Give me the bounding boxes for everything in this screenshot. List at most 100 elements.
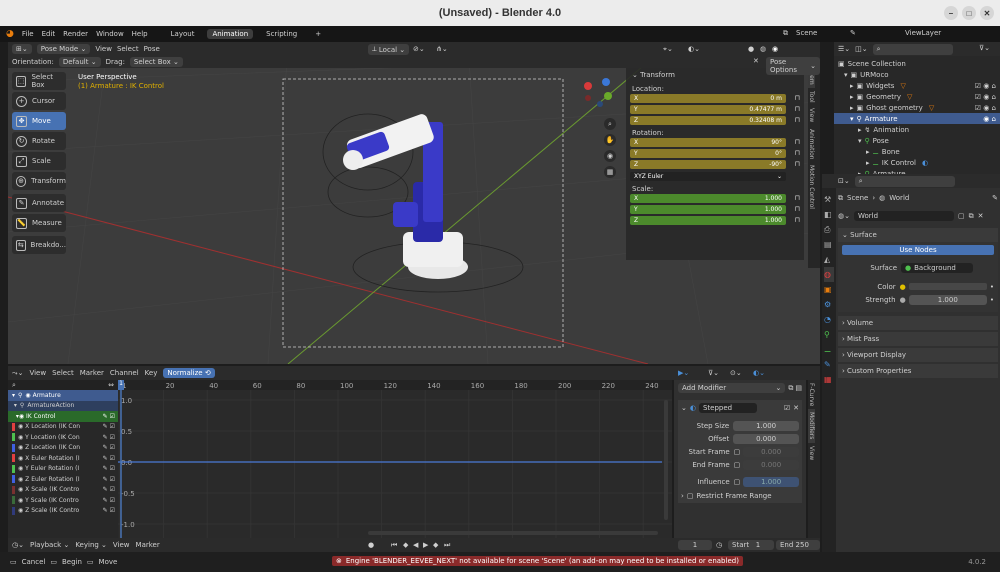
lock-icon[interactable]: ⊓ (786, 94, 800, 102)
editor-type-button[interactable]: ⊡⌄ (838, 177, 850, 185)
next-keyframe-icon[interactable]: ◆ (433, 541, 438, 549)
outliner-search-input[interactable]: ⌕ (872, 43, 953, 55)
custom-properties-panel-header[interactable]: › Custom Properties (838, 364, 998, 378)
play-reverse-icon[interactable]: ◀ (413, 541, 418, 549)
menu-view[interactable]: View (29, 369, 46, 377)
tab-f-curve[interactable]: F-Curve (808, 380, 815, 409)
lock-icon[interactable]: ⊓ (786, 216, 800, 224)
copy-modifiers-icon[interactable]: ⧉ (788, 384, 793, 393)
menu-playback[interactable]: Playback ⌄ (30, 541, 69, 549)
visibility-eye-icon[interactable]: ◉ (18, 465, 23, 472)
rotation-y-field[interactable]: Y 0° (630, 148, 786, 158)
step-size-field[interactable]: 1.000 (733, 420, 799, 431)
overlay-icon[interactable]: ◐⌄ (688, 45, 700, 53)
start-frame-field[interactable]: Start 1 (728, 540, 774, 550)
channel-flags[interactable]: ✎ ☑ (103, 465, 115, 472)
world-tab-icon[interactable]: ◍ (824, 267, 834, 282)
clock-icon[interactable]: ◷ (716, 541, 722, 549)
outliner-row[interactable]: ▾ ▣ URMoco (834, 69, 1000, 80)
display-mode-icon[interactable]: ◫⌄ (855, 45, 867, 53)
start-frame-checkbox[interactable]: ▢ (734, 448, 741, 456)
minimize-button[interactable]: – (944, 6, 958, 20)
visibility-eye-icon[interactable]: ◉ (18, 423, 23, 430)
view-layer-name[interactable]: ViewLayer (905, 29, 941, 37)
current-frame-field[interactable]: 1 (678, 540, 712, 550)
menu-marker[interactable]: Marker (136, 541, 160, 549)
channel-row[interactable]: ◉ X Location (IK Con ✎ ☑ (8, 422, 118, 433)
menu-select[interactable]: Select (52, 369, 74, 377)
end-frame-checkbox[interactable]: ▢ (734, 461, 741, 469)
collapse-chevron-icon[interactable]: ⌄ (681, 404, 687, 412)
surface-panel-header[interactable]: ⌄ Surface (838, 228, 998, 242)
zoom-icon[interactable]: ⌕ (604, 118, 616, 130)
outliner-row-selected[interactable]: ▾ ⚲ Armature ◉ ⌂ (834, 113, 1000, 124)
tool-annotate[interactable]: ✎ Annotate (12, 194, 66, 212)
tool-measure[interactable]: 📏 Measure (12, 214, 66, 232)
channel-flags[interactable]: ✎ ☑ (103, 423, 115, 430)
restrict-frame-range-row[interactable]: › ▢ Restrict Frame Range (681, 492, 799, 500)
output-tab-icon[interactable]: ⎙ (824, 222, 834, 237)
jump-start-icon[interactable]: ⏮ (391, 541, 397, 550)
lock-icon[interactable]: ⊓ (786, 194, 800, 202)
scale-y-field[interactable]: Y 1.000 (630, 204, 786, 214)
tool-move[interactable]: ✥ Move (12, 112, 66, 130)
mode-select[interactable]: Pose Mode ⌄ (36, 44, 91, 54)
fake-user-icon[interactable]: ▢ (958, 212, 965, 220)
scale-z-field[interactable]: Z 1.000 (630, 215, 786, 225)
tab-modifiers[interactable]: Modifiers (808, 409, 815, 443)
tool-select-box[interactable]: ⬚ Select Box (12, 72, 66, 90)
current-frame-indicator[interactable]: 1 (118, 380, 124, 390)
tool-tab-icon[interactable]: ⚒ (824, 192, 834, 207)
world-name-field[interactable]: World (853, 211, 954, 221)
shading-material-icon[interactable]: ◍ (760, 45, 766, 53)
offset-field[interactable]: 0.000 (733, 433, 799, 444)
tool-cursor[interactable]: + Cursor (12, 92, 66, 110)
lock-icon[interactable]: ⊓ (786, 138, 800, 146)
mist-pass-panel-header[interactable]: › Mist Pass (838, 332, 998, 346)
menu-marker[interactable]: Marker (80, 369, 104, 377)
pose-options-button[interactable]: Pose Options ⌄ (766, 57, 820, 75)
close-button[interactable]: ✕ (980, 6, 994, 20)
engine-warning[interactable]: ⊗ Engine 'BLENDER_EEVEE_NEXT' not availab… (332, 556, 743, 566)
start-frame-field[interactable]: 0.000 (743, 446, 799, 457)
properties-search-input[interactable]: ⌕ (854, 175, 955, 187)
outliner-row[interactable]: ▸ ▣ Ghost geometry ▽ ☑ ◉ ⌂ (834, 102, 1000, 113)
add-modifier-select[interactable]: Add Modifier ⌄ (678, 383, 786, 393)
menu-render[interactable]: Render (63, 30, 88, 38)
gizmo-icon[interactable]: ⌖⌄ (663, 45, 673, 54)
tool-breakdown[interactable]: ⇆ Breakdo... (12, 236, 66, 254)
modifier-tab-icon[interactable]: ⚙ (824, 297, 834, 312)
scale-x-field[interactable]: X 1.000 (630, 193, 786, 203)
visibility-eye-icon[interactable]: ◉ (18, 486, 23, 493)
lock-icon[interactable]: ⊓ (786, 160, 800, 168)
channel-flags[interactable]: ✎ ☑ (103, 444, 115, 451)
jump-end-icon[interactable]: ⏭ (444, 541, 450, 550)
orientation-select[interactable]: Default ⌄ (58, 57, 101, 67)
menu-view[interactable]: View (113, 541, 130, 549)
record-icon[interactable]: ● (368, 541, 374, 549)
channel-flags[interactable]: ✎ ☑ (103, 434, 115, 441)
channel-row[interactable]: ◉ Z Scale (IK Contro ✎ ☑ (8, 506, 118, 517)
graph-area[interactable]: 1 20 40 60 80 100 120 140 160 180 200 220 240 1.0 0.5 0… (118, 380, 672, 538)
visibility-eye-icon[interactable]: ◉ (18, 476, 23, 483)
channel-flags[interactable]: ✎ ☑ (103, 476, 115, 483)
enable-checkbox[interactable]: ☑ (784, 404, 790, 412)
channel-row[interactable]: ◉ X Euler Rotation (I ✎ ☑ (8, 453, 118, 464)
tab-tool[interactable]: Tool (808, 88, 815, 106)
editor-type-button[interactable]: ⊞⌄ (12, 44, 32, 54)
channel-row[interactable]: ◉ Y Euler Rotation (I ✎ ☑ (8, 464, 118, 475)
visibility-eye-icon[interactable]: ◉ (18, 444, 23, 451)
close-icon[interactable]: ✕ (978, 212, 984, 220)
filter-icon[interactable]: ⊽⌄ (708, 369, 719, 377)
tab-animation[interactable]: Animation (808, 126, 815, 163)
editor-type-button[interactable]: ☰⌄ (838, 45, 850, 53)
proportional-edit-icon[interactable]: ◐⌄ (753, 369, 765, 377)
texture-tab-icon[interactable]: ▦ (824, 372, 834, 387)
visibility-eye-icon[interactable]: ◉ (18, 434, 23, 441)
workspace-tab-scripting[interactable]: Scripting (261, 29, 302, 39)
influence-checkbox[interactable]: ▢ (734, 478, 741, 486)
channel-flags[interactable]: ✎ ☑ (103, 497, 115, 504)
menu-edit[interactable]: Edit (42, 30, 56, 38)
drag-select[interactable]: Select Box ⌄ (129, 57, 183, 67)
pivot-icon[interactable]: ▶⌄ (678, 369, 689, 377)
